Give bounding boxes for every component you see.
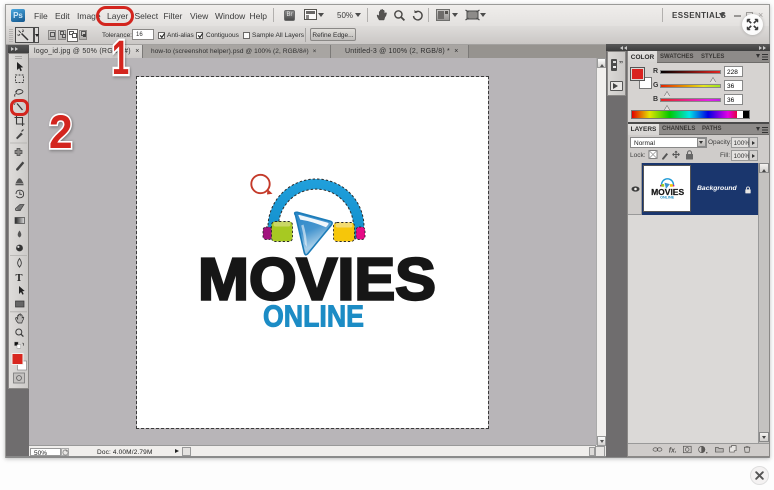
svg-text:1: 1 bbox=[112, 35, 129, 81]
svg-text:T: T bbox=[16, 273, 23, 284]
svg-text:ONLINE: ONLINE bbox=[660, 195, 674, 200]
svg-text:fx.: fx. bbox=[669, 447, 677, 454]
svg-text:ONLINE: ONLINE bbox=[263, 299, 364, 334]
svg-text:2: 2 bbox=[49, 110, 73, 154]
